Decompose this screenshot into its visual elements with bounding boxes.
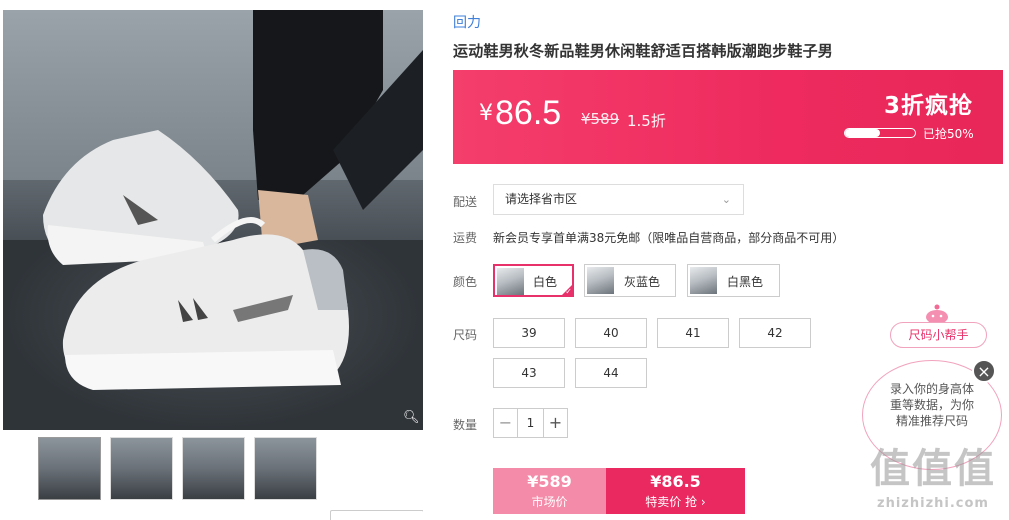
size-helper-button[interactable]: 尺码小帮手 bbox=[890, 322, 987, 348]
market-price-value: ¥589 bbox=[527, 472, 572, 491]
quantity-increase-button[interactable]: + bbox=[543, 409, 567, 437]
sale-price: 86.5 bbox=[495, 94, 562, 132]
size-option-39[interactable]: 39 bbox=[493, 318, 565, 348]
delivery-label: 配送 bbox=[453, 195, 478, 209]
color-option-label: 白色 bbox=[533, 275, 558, 289]
sold-progress-fill bbox=[845, 129, 880, 137]
product-title: 运动鞋男秋冬新品鞋男休闲鞋舒适百搭韩版潮跑步鞋子男 bbox=[453, 42, 834, 60]
magnifier-icon[interactable]: 🔍︎ bbox=[403, 410, 420, 426]
shipping-label: 运费 bbox=[453, 231, 478, 245]
region-select[interactable]: 请选择省市区 ⌄ bbox=[493, 184, 744, 215]
sneaker-illustration bbox=[43, 10, 423, 390]
quantity-value[interactable]: 1 bbox=[518, 409, 543, 437]
thumbnail-3[interactable] bbox=[182, 437, 245, 500]
thumbnail-4[interactable] bbox=[254, 437, 317, 500]
special-price-label: 特卖价 抢 › bbox=[645, 495, 706, 509]
share-button[interactable] bbox=[330, 510, 423, 520]
size-option-41[interactable]: 41 bbox=[657, 318, 729, 348]
flash-sale-label: 3折疯抢 bbox=[883, 93, 973, 119]
color-label: 颜色 bbox=[453, 275, 478, 289]
color-swatch bbox=[690, 267, 717, 294]
special-price-value: ¥86.5 bbox=[650, 472, 701, 491]
color-option-label: 白黑色 bbox=[727, 275, 764, 289]
price-banner: ¥ 86.5 ¥589 1.5折 3折疯抢 已抢50% bbox=[453, 70, 1003, 164]
size-option-42[interactable]: 42 bbox=[739, 318, 811, 348]
product-meta-row bbox=[3, 510, 423, 520]
size-option-40[interactable]: 40 bbox=[575, 318, 647, 348]
shipping-info: 新会员专享首单满38元免邮（限唯品自营商品，部分商品不可用） bbox=[493, 231, 845, 245]
original-price: ¥589 bbox=[581, 110, 620, 128]
color-option-white[interactable]: 白色 ✓ bbox=[493, 264, 574, 297]
market-price-button[interactable]: ¥589 市场价 bbox=[493, 468, 606, 514]
helper-text-line: 录入你的身高体 bbox=[889, 382, 974, 396]
color-swatch bbox=[587, 267, 614, 294]
discount-rate: 1.5折 bbox=[627, 112, 666, 130]
thumbnail-strip bbox=[38, 437, 317, 500]
watermark-logo: 值值值 bbox=[870, 446, 996, 492]
color-option-label: 灰蓝色 bbox=[624, 275, 661, 289]
market-price-label: 市场价 bbox=[531, 495, 568, 509]
thumbnail-2[interactable] bbox=[110, 437, 173, 500]
quantity-stepper: − 1 + bbox=[493, 408, 568, 438]
region-select-value: 请选择省市区 bbox=[505, 192, 578, 206]
site-watermark: 值值值 zhizhizhi.com bbox=[858, 430, 1008, 520]
size-option-43[interactable]: 43 bbox=[493, 358, 565, 388]
color-option-grey-blue[interactable]: 灰蓝色 bbox=[584, 264, 676, 297]
close-icon[interactable]: × bbox=[972, 359, 996, 383]
quantity-label: 数量 bbox=[453, 418, 478, 432]
helper-mascot-icon bbox=[926, 304, 948, 323]
currency-symbol: ¥ bbox=[479, 101, 493, 126]
sold-progress-bar bbox=[844, 128, 916, 138]
check-icon: ✓ bbox=[565, 287, 572, 296]
size-option-44[interactable]: 44 bbox=[575, 358, 647, 388]
helper-text-line: 精准推荐尺码 bbox=[895, 414, 968, 428]
color-swatch bbox=[497, 268, 524, 295]
buy-now-button[interactable]: ¥86.5 特卖价 抢 › bbox=[606, 468, 745, 514]
watermark-url: zhizhizhi.com bbox=[877, 496, 989, 511]
quantity-decrease-button[interactable]: − bbox=[494, 409, 518, 437]
chevron-down-icon: ⌄ bbox=[721, 193, 731, 206]
size-label: 尺码 bbox=[453, 328, 478, 342]
product-main-image[interactable]: 🔍︎ bbox=[3, 10, 423, 430]
thumbnail-1[interactable] bbox=[38, 437, 101, 500]
sold-percentage: 已抢50% bbox=[923, 127, 974, 141]
helper-text-line: 重等数据，为你 bbox=[889, 398, 974, 412]
brand-link[interactable]: 回力 bbox=[453, 12, 481, 32]
color-option-white-black[interactable]: 白黑色 bbox=[687, 264, 780, 297]
